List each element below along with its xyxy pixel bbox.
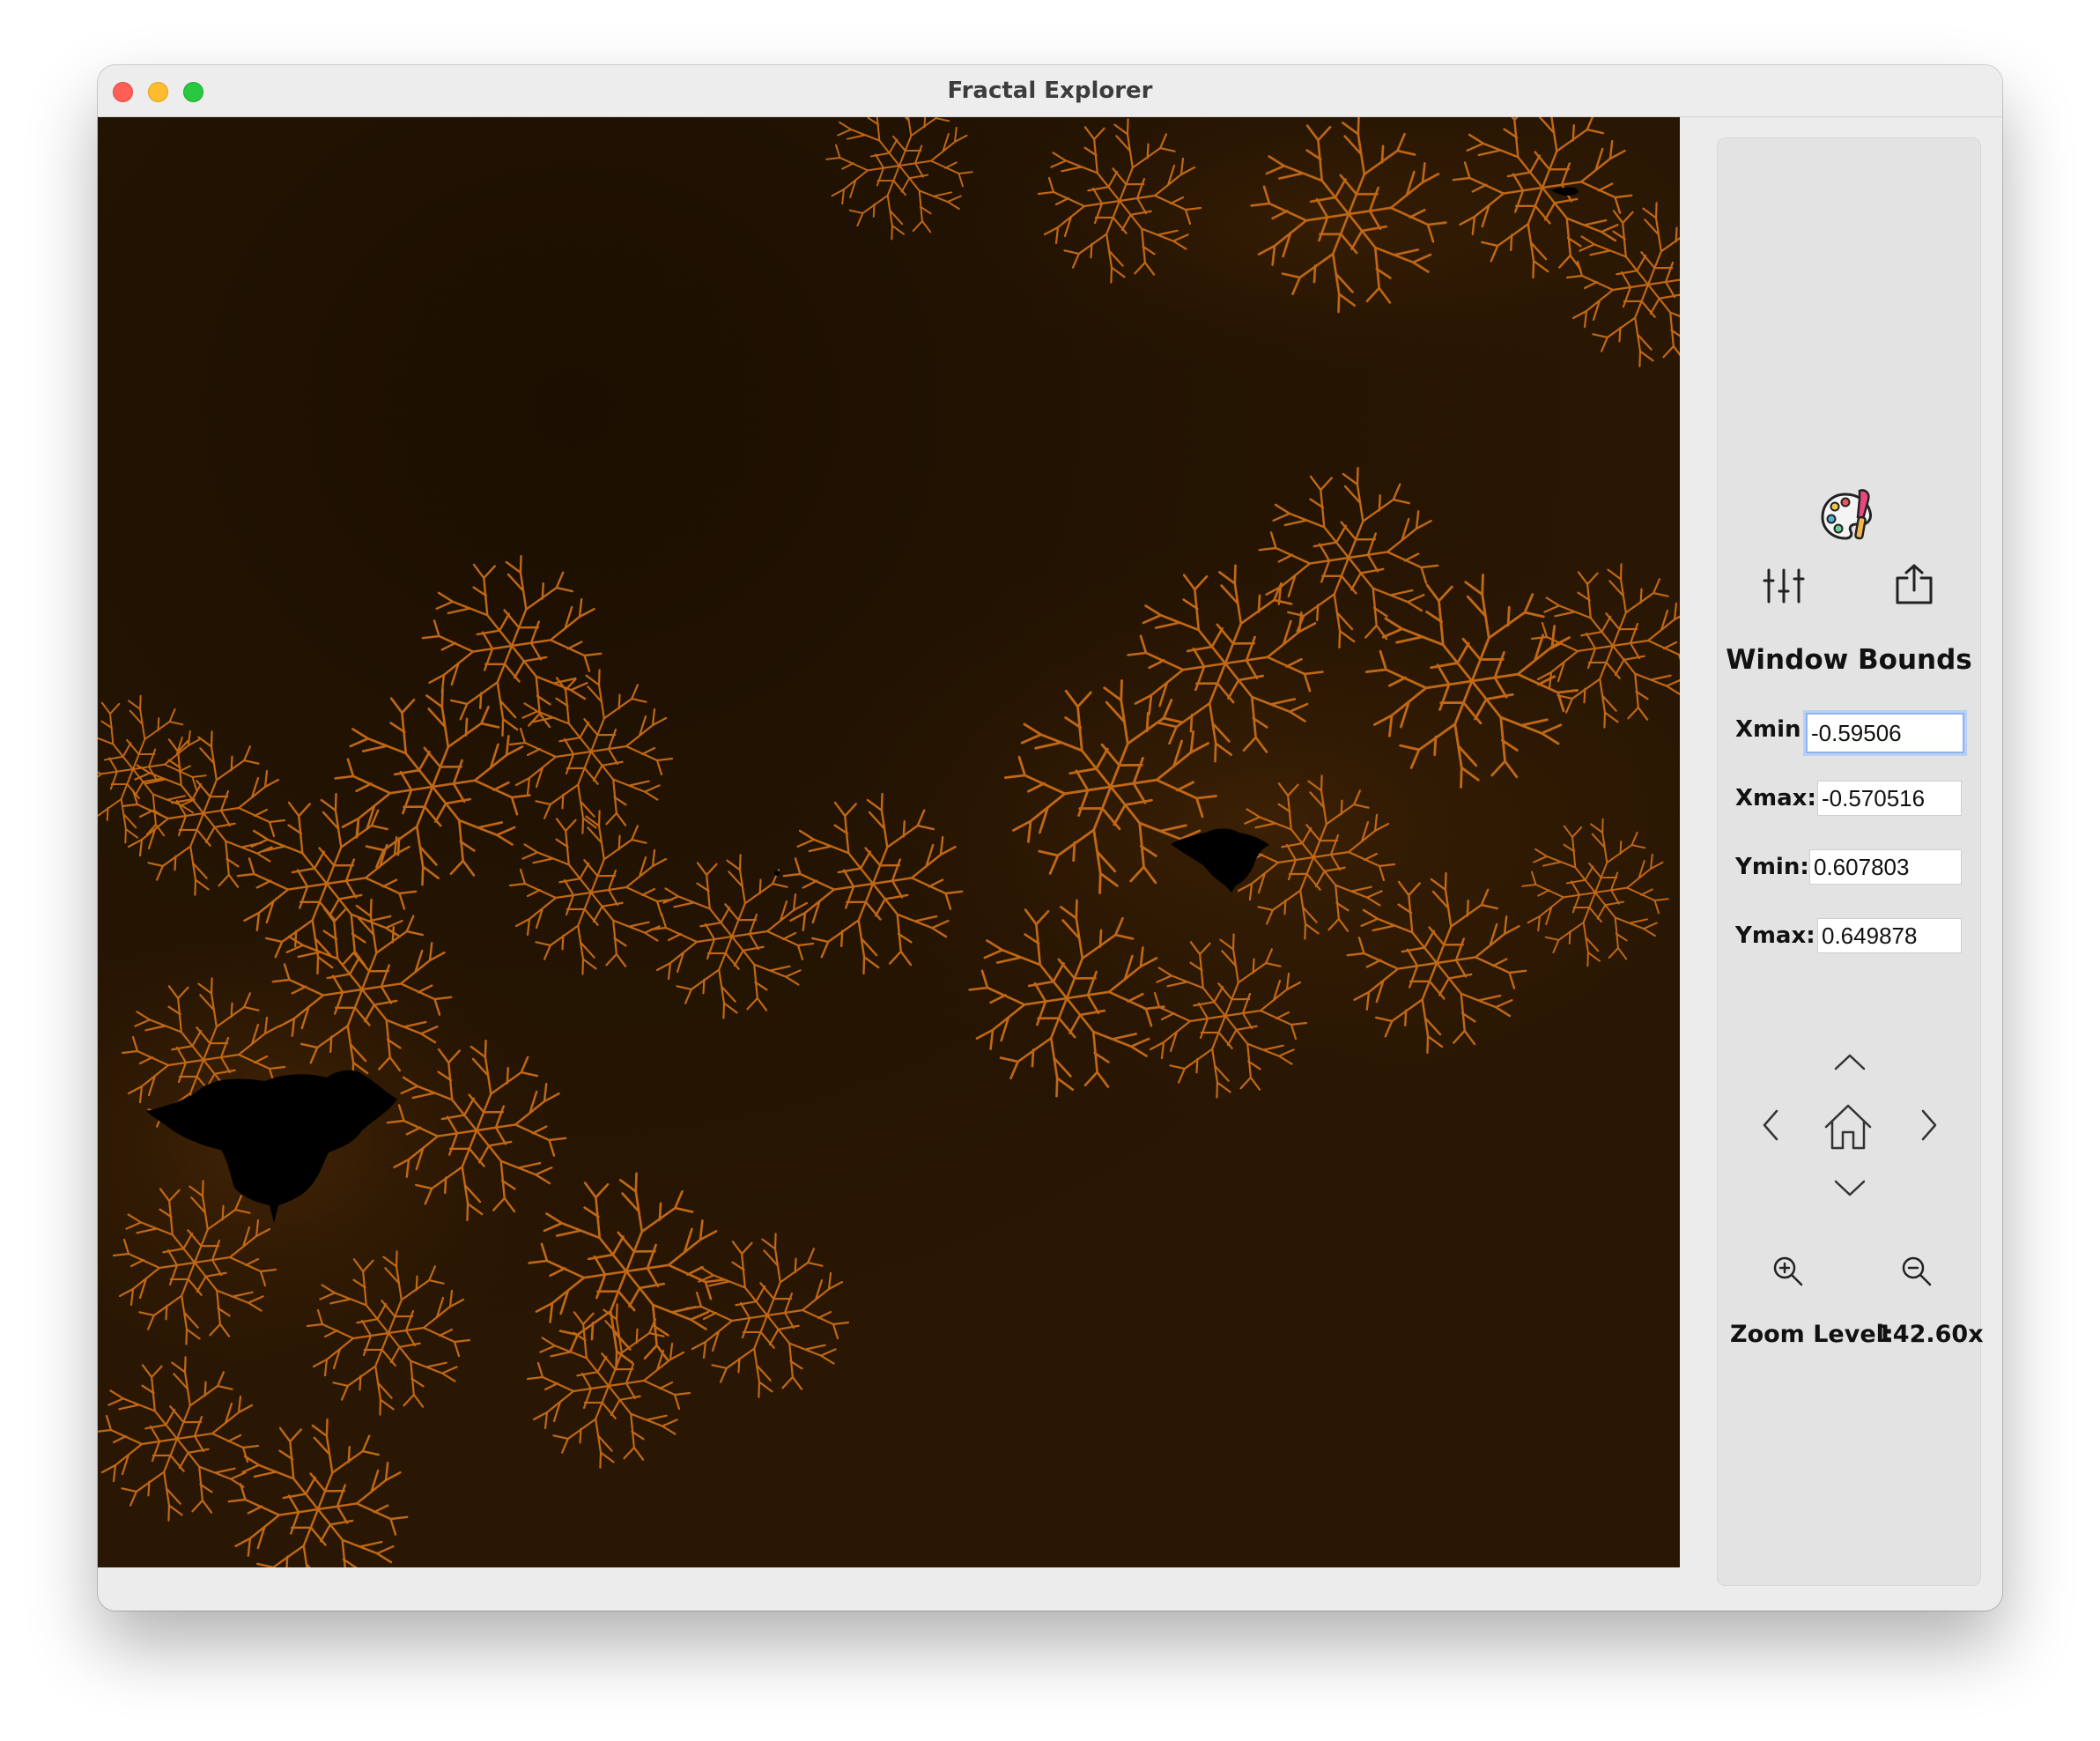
- chevron-left-icon: [1763, 1109, 1778, 1141]
- window-bounds-title: Window Bounds: [1726, 644, 1972, 676]
- xmax-input[interactable]: [1817, 781, 1962, 816]
- palette-button[interactable]: [1816, 485, 1880, 548]
- xmin-label: Xmin:: [1735, 716, 1810, 743]
- palette-icon: [1821, 489, 1872, 540]
- ymax-input[interactable]: [1817, 918, 1962, 953]
- ymin-label: Ymin:: [1735, 854, 1809, 880]
- settings-button[interactable]: [1755, 561, 1813, 611]
- chevron-down-icon: [1834, 1180, 1866, 1196]
- fractal-canvas[interactable]: [98, 117, 1680, 1567]
- app-window: Fractal Explorer Window Bounds Xmin: -0.…: [98, 65, 2002, 1611]
- export-button[interactable]: [1885, 558, 1943, 611]
- sliders-icon: [1763, 568, 1805, 604]
- zoom-level-value: 142.60x: [1876, 1321, 1984, 1348]
- ymin-input[interactable]: [1809, 849, 1962, 885]
- pan-left-button[interactable]: [1753, 1102, 1788, 1148]
- ymax-label: Ymax:: [1735, 922, 1815, 949]
- share-icon: [1896, 564, 1933, 604]
- pan-down-button[interactable]: [1827, 1173, 1873, 1204]
- fractal-render[interactable]: [98, 117, 1680, 1567]
- zoom-out-icon: [1902, 1256, 1932, 1286]
- zoom-out-button[interactable]: [1896, 1250, 1938, 1293]
- xmin-input[interactable]: [1806, 713, 1964, 753]
- control-sidebar: Window Bounds Xmin: Xmax: Ymin: Ymax:: [1717, 137, 1984, 1586]
- xmax-label: Xmax:: [1735, 785, 1816, 811]
- pan-up-button[interactable]: [1827, 1046, 1873, 1078]
- home-icon: [1824, 1104, 1872, 1150]
- zoom-in-icon: [1773, 1256, 1803, 1286]
- pan-right-button[interactable]: [1911, 1102, 1947, 1148]
- chevron-up-icon: [1834, 1054, 1866, 1071]
- zoom-in-button[interactable]: [1767, 1250, 1809, 1293]
- home-button[interactable]: [1820, 1099, 1876, 1155]
- chevron-right-icon: [1921, 1109, 1937, 1141]
- window-title: Fractal Explorer: [947, 78, 1153, 104]
- zoom-level-label: Zoom Level:: [1730, 1321, 1894, 1348]
- title-bar: Fractal Explorer: [98, 65, 2002, 117]
